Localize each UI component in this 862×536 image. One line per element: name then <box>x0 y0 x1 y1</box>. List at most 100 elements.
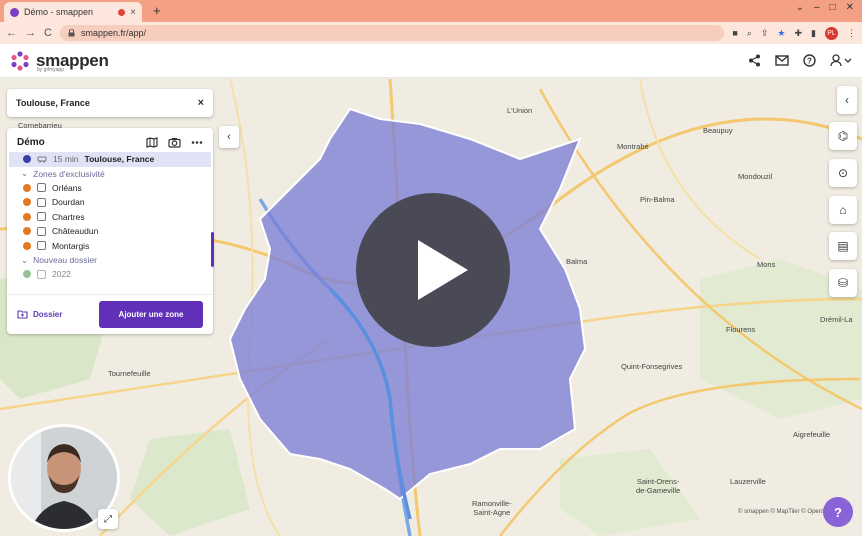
expand-webcam-button[interactable]: ⤢ <box>98 509 118 529</box>
zone-color-dot <box>23 241 31 250</box>
folder-plus-icon <box>17 310 28 319</box>
polygon-icon <box>37 183 46 193</box>
lock-icon <box>68 29 75 37</box>
video-play-button[interactable] <box>356 193 510 347</box>
zone-item[interactable]: Montargis <box>7 239 213 254</box>
forward-button[interactable]: → <box>25 27 36 39</box>
user-icon[interactable] <box>830 54 852 67</box>
new-folder-label: Dossier <box>33 310 63 319</box>
polygon-icon <box>37 269 46 279</box>
zone-name: 2022 <box>52 269 71 280</box>
map-label-balma: Balma <box>566 257 588 266</box>
share-page-icon[interactable]: ⇪ <box>761 28 769 39</box>
folder-header[interactable]: ⌄ Zones d'exclusivité <box>7 167 213 181</box>
zone-color-dot <box>23 270 31 279</box>
minimize-button[interactable]: – <box>814 2 820 13</box>
panel-footer: Dossier Ajouter une zone <box>7 294 213 334</box>
browser-toolbar: ← → C smappen.fr/app/ ■ ⌕ ⇪ ★ ✚ ▮ PL ⋮ <box>0 22 862 44</box>
zone-item-selected[interactable]: 15 min Toulouse, France <box>9 152 211 167</box>
polygon-icon <box>37 197 46 207</box>
folder-name: Nouveau dossier <box>33 255 97 265</box>
zones-panel: Démo 15 min Toulouse, France ⌄ Zones d'e… <box>7 128 213 334</box>
location-search-card[interactable]: Toulouse, France × <box>7 89 213 117</box>
zone-color-dot <box>23 212 31 221</box>
chevron-down-icon: ⌄ <box>21 254 29 265</box>
panel-scrollbar[interactable] <box>211 232 214 267</box>
app-header: smappen by gifmyapp ? <box>0 44 862 78</box>
right-collapse-button[interactable]: ‹ <box>837 86 857 114</box>
browser-tab[interactable]: Démo - smappen × <box>4 2 142 22</box>
support-chat-button[interactable]: ? <box>823 497 853 527</box>
more-icon[interactable] <box>191 137 203 148</box>
mail-icon[interactable] <box>775 55 789 66</box>
zoom-icon[interactable]: ⌕ <box>747 28 752 39</box>
map-label-lauzerville: Lauzerville <box>730 477 766 486</box>
map-label-mondouzil: Mondouzil <box>738 172 773 181</box>
zone-item[interactable]: Orléans <box>7 181 213 196</box>
map-icon[interactable] <box>146 137 158 148</box>
address-bar[interactable]: smappen.fr/app/ <box>59 25 725 41</box>
report-button[interactable]: ▤ <box>829 232 857 260</box>
zone-item[interactable]: Châteaudun <box>7 224 213 239</box>
folder-header[interactable]: ⌄ Nouveau dossier <box>7 253 213 267</box>
zone-color-dot <box>23 198 31 207</box>
tab-title: Démo - smappen <box>24 7 94 17</box>
reload-button[interactable]: C <box>44 27 52 39</box>
chevron-left-icon: ‹ <box>227 131 231 143</box>
zone-item[interactable]: Dourdan <box>7 195 213 210</box>
recording-indicator-icon <box>118 8 126 16</box>
location-search-value: Toulouse, France <box>16 98 90 108</box>
help-chat-icon: ? <box>834 504 842 520</box>
add-zone-button[interactable]: Ajouter une zone <box>99 301 203 328</box>
zone-item[interactable]: 2022 <box>7 267 213 282</box>
zone-item[interactable]: Chartres <box>7 210 213 225</box>
map-label-dremil: Drémil-La <box>820 315 853 324</box>
zone-name: Chartres <box>52 211 85 222</box>
bank-icon: ⌂ <box>839 203 847 217</box>
maximize-button[interactable]: □ <box>830 2 836 13</box>
chevron-left-icon: ‹ <box>845 93 849 107</box>
tab-close-button[interactable]: × <box>130 7 136 18</box>
zone-name: Montargis <box>52 240 90 251</box>
header-actions: ? <box>748 54 852 67</box>
close-window-button[interactable]: ✕ <box>846 2 854 13</box>
back-button[interactable]: ← <box>6 27 17 39</box>
location-button[interactable]: ⊙ <box>829 159 857 187</box>
smappen-logo-icon[interactable] <box>10 50 30 71</box>
share-icon[interactable] <box>748 54 761 67</box>
map-label-saint-orens: Saint-Orens- de-Gameville <box>636 477 681 495</box>
extensions-puzzle-icon[interactable]: ✚ <box>795 28 803 39</box>
help-circle-icon[interactable]: ? <box>803 54 816 67</box>
sidepanel-icon[interactable]: ▮ <box>811 28 816 39</box>
map-label-montrabe: Montrabé <box>617 142 649 151</box>
tab-search-button[interactable]: ⌄ <box>796 2 804 13</box>
camera-icon[interactable] <box>168 137 181 148</box>
map-label-pinbalma: Pin-Balma <box>640 195 675 204</box>
map-label-flourens: Flourens <box>726 325 756 334</box>
polygon-icon <box>37 241 46 251</box>
database-icon: ⛁ <box>837 276 849 290</box>
bookmark-star-icon[interactable]: ★ <box>777 28 785 39</box>
new-tab-button[interactable]: + <box>153 3 161 18</box>
zone-color-dot <box>23 227 31 236</box>
panel-header: Démo <box>7 128 213 152</box>
new-folder-button[interactable]: Dossier <box>17 310 62 319</box>
zone-time: 15 min <box>53 154 79 165</box>
browser-menu-icon[interactable]: ⋮ <box>847 28 856 39</box>
institutions-button[interactable]: ⌂ <box>829 196 857 224</box>
polygon-icon <box>37 212 46 222</box>
car-icon <box>37 156 47 163</box>
polygon-icon <box>37 226 46 236</box>
camera-extension-icon[interactable]: ■ <box>732 28 737 38</box>
poi-button[interactable]: ⌬ <box>829 122 857 150</box>
collapse-panel-button[interactable]: ‹ <box>219 126 239 148</box>
profile-avatar[interactable]: PL <box>825 26 838 40</box>
zone-color-dot <box>23 183 31 192</box>
folder-name: Zones d'exclusivité <box>33 168 105 179</box>
chevron-down-icon: ⌄ <box>21 168 29 178</box>
data-button[interactable]: ⛁ <box>829 269 857 297</box>
search-close-button[interactable]: × <box>198 97 204 109</box>
expand-icon: ⤢ <box>104 513 112 525</box>
map-label-tournefeuille: Tournefeuille <box>108 369 151 378</box>
panel-tools <box>146 137 203 148</box>
